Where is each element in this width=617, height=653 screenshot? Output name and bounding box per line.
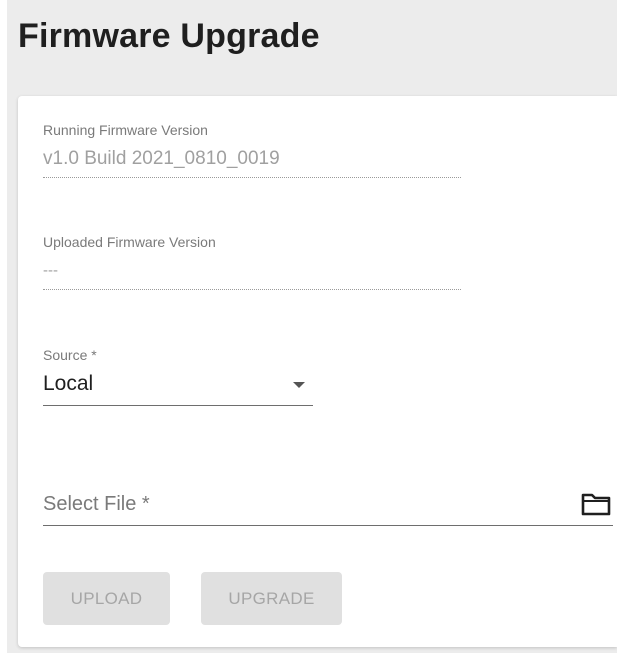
running-firmware-value: v1.0 Build 2021_0810_0019: [43, 145, 461, 178]
running-firmware-field: Running Firmware Version v1.0 Build 2021…: [43, 121, 461, 178]
running-firmware-label: Running Firmware Version: [43, 122, 208, 138]
select-file-field[interactable]: [43, 484, 613, 526]
upgrade-button[interactable]: UPGRADE: [201, 572, 342, 625]
folder-icon[interactable]: [581, 492, 611, 516]
uploaded-firmware-label: Uploaded Firmware Version: [43, 234, 216, 250]
chevron-down-icon[interactable]: [293, 382, 305, 388]
upload-button[interactable]: UPLOAD: [43, 572, 170, 625]
source-value: Local: [43, 372, 94, 395]
select-file-input[interactable]: [43, 484, 543, 520]
page-title: Firmware Upgrade: [18, 17, 320, 55]
uploaded-firmware-field: Uploaded Firmware Version ---: [43, 233, 461, 290]
source-dropdown[interactable]: Local: [43, 366, 313, 406]
source-select[interactable]: Source * Local: [43, 346, 313, 406]
uploaded-firmware-value: ---: [43, 257, 461, 290]
source-label: Source *: [43, 347, 97, 363]
firmware-card: Running Firmware Version v1.0 Build 2021…: [18, 96, 617, 647]
